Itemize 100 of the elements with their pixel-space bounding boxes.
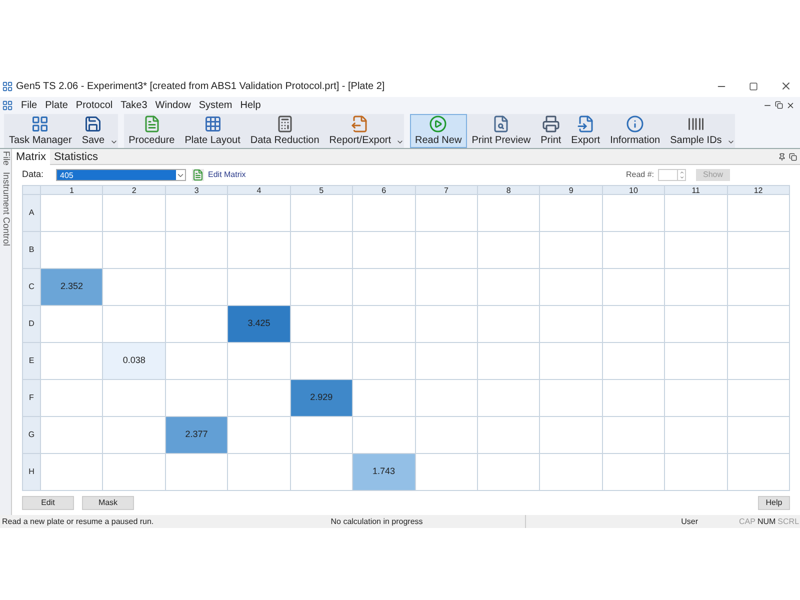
table-cell: 2.929 [290, 380, 354, 417]
table-cell [540, 417, 603, 454]
side-tab[interactable]: File [0, 151, 12, 166]
table-cell [602, 343, 666, 380]
document-icon [142, 115, 161, 133]
table-cell [353, 380, 416, 417]
status-indicator: CAP [738, 516, 756, 528]
table-cell [41, 417, 104, 454]
toolbar-button[interactable]: Procedure [124, 114, 180, 148]
menu-item[interactable]: Window [151, 98, 195, 112]
toolbar-button[interactable]: Print [536, 114, 566, 148]
menu-item[interactable]: Protocol [72, 98, 117, 112]
table-cell [290, 306, 354, 343]
menu-item[interactable]: File [17, 98, 42, 112]
toolbar-button[interactable]: Export [566, 114, 606, 148]
table-cell [416, 417, 478, 454]
footer-button[interactable]: Mask [82, 496, 134, 510]
close-icon[interactable] [786, 100, 795, 110]
table-cell [416, 269, 478, 306]
menu-item[interactable]: Plate [41, 98, 72, 112]
table-cell [478, 343, 540, 380]
close-icon[interactable] [780, 80, 792, 92]
table-cell [353, 232, 416, 269]
row-header: F [23, 380, 41, 417]
row-header: A [23, 195, 41, 232]
toolbar-button[interactable]: Read New [410, 114, 467, 148]
restore-icon[interactable] [789, 152, 797, 160]
grid-icon [31, 115, 50, 133]
row-header: B [23, 232, 41, 269]
toolbar-button[interactable]: Task Manager [4, 114, 77, 148]
menu-item[interactable]: Help [236, 98, 265, 112]
restore-icon[interactable] [749, 82, 758, 90]
row-header: D [23, 306, 41, 343]
column-header: 5 [290, 186, 354, 195]
status-message: Read a new plate or resume a paused run. [1, 516, 155, 528]
table-cell [540, 306, 603, 343]
table-cell [228, 232, 291, 269]
app-menu-icon[interactable] [2, 100, 13, 110]
table-cell [540, 380, 603, 417]
table-cell [665, 454, 728, 491]
toolbar-button[interactable]: Sample IDs [665, 114, 727, 148]
column-header: 11 [665, 186, 728, 195]
footer-button[interactable]: Edit [22, 496, 74, 510]
document-icon[interactable] [192, 169, 204, 181]
table-cell [416, 195, 478, 232]
toolbar-button[interactable]: Print Preview [466, 114, 536, 148]
toolbar-button[interactable]: Data Reduction [245, 114, 324, 148]
overflow-icon[interactable] [110, 138, 118, 146]
table-cell [602, 195, 666, 232]
tab[interactable]: Matrix [12, 148, 50, 164]
table-cell [728, 454, 790, 491]
table-cell [166, 195, 228, 232]
table-cell [103, 195, 166, 232]
toolbar-button[interactable]: Report/Export [324, 114, 396, 148]
row-header: G [23, 417, 41, 454]
column-header: 3 [166, 186, 228, 195]
table-cell [478, 269, 540, 306]
column-header: 7 [416, 186, 478, 195]
table-cell: 3.425 [228, 306, 291, 343]
help-button[interactable]: Help [758, 496, 790, 510]
data-label: Data: [22, 168, 45, 182]
status-calc: No calculation in progress [330, 516, 424, 528]
table-cell [728, 306, 790, 343]
tab[interactable]: Statistics [50, 148, 102, 164]
play-icon [429, 115, 448, 133]
table-cell [290, 195, 354, 232]
table-cell [290, 269, 354, 306]
table-cell [228, 417, 291, 454]
document-arrow-icon [576, 115, 595, 133]
overflow-icon[interactable] [726, 138, 735, 146]
table-cell: 2.352 [41, 269, 104, 306]
menu-item[interactable]: System [194, 98, 236, 112]
table-cell [478, 454, 540, 491]
row-header: H [23, 454, 41, 491]
status-user: User [525, 515, 738, 528]
menu-item[interactable]: Take3 [116, 98, 152, 112]
restore-icon[interactable] [775, 101, 783, 109]
toolbar-button[interactable]: Save [76, 114, 110, 148]
edit-matrix-link[interactable]: Edit Matrix [208, 169, 246, 181]
overflow-icon[interactable] [396, 138, 404, 146]
table-cell [540, 232, 603, 269]
down-icon [678, 175, 684, 180]
toolbar-button[interactable]: Information [605, 114, 666, 148]
table-cell [728, 417, 790, 454]
table-cell [41, 380, 104, 417]
table-cell [166, 454, 228, 491]
table-cell [416, 306, 478, 343]
table-cell [665, 195, 728, 232]
status-indicator: SCRL [776, 516, 800, 528]
toolbar-button[interactable]: Plate Layout [180, 114, 246, 148]
data-dropdown[interactable]: 405 [56, 169, 186, 181]
table-cell [665, 306, 728, 343]
table-cell [665, 343, 728, 380]
table-cell [728, 343, 790, 380]
row-header: E [23, 343, 41, 380]
table-cell [353, 343, 416, 380]
column-header: 1 [41, 186, 104, 195]
pin-icon[interactable] [778, 152, 786, 160]
table-cell [540, 269, 603, 306]
side-tab[interactable]: Instrument Control [0, 172, 12, 246]
